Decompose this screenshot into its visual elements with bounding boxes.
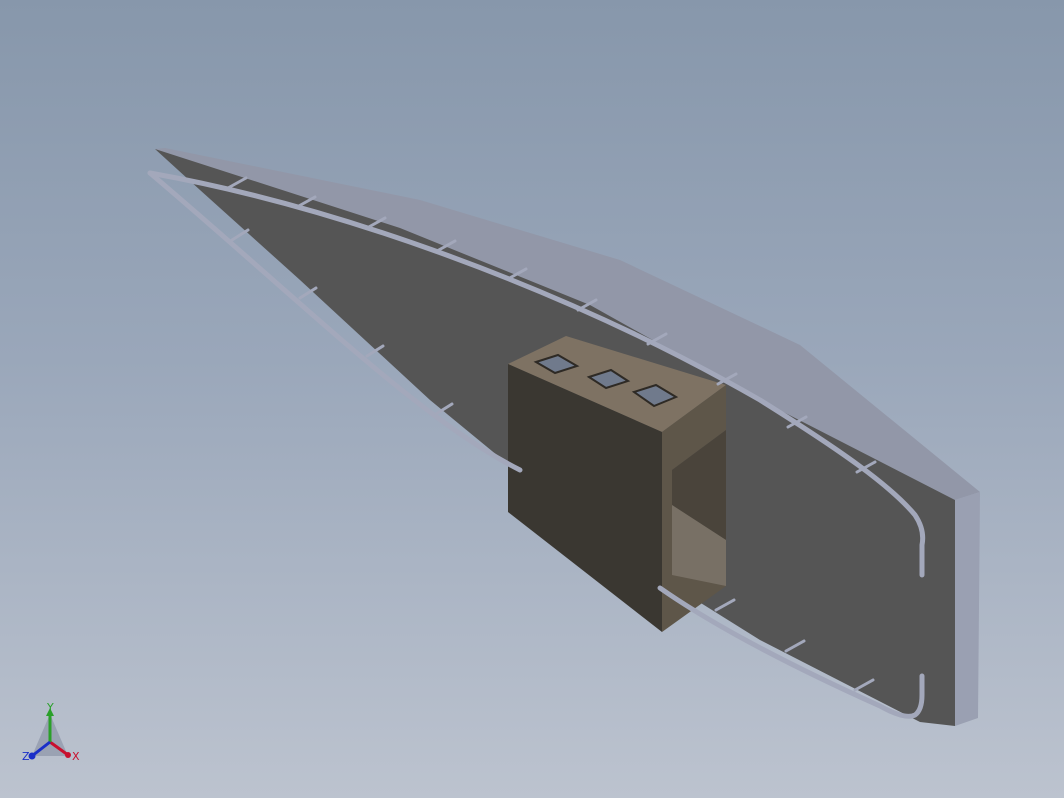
triad-x-dot (65, 752, 71, 758)
triad-z-label: Z (22, 750, 30, 763)
graphics-viewport[interactable]: X Y Z (0, 0, 1064, 798)
panel-side-edge (955, 492, 980, 726)
triad-z-dot (28, 752, 36, 760)
triad-y-label: Y (46, 701, 54, 714)
model-view[interactable] (0, 0, 1064, 798)
axis-triad-icon: X Y Z (22, 701, 80, 763)
triad-x-label: X (72, 750, 80, 763)
